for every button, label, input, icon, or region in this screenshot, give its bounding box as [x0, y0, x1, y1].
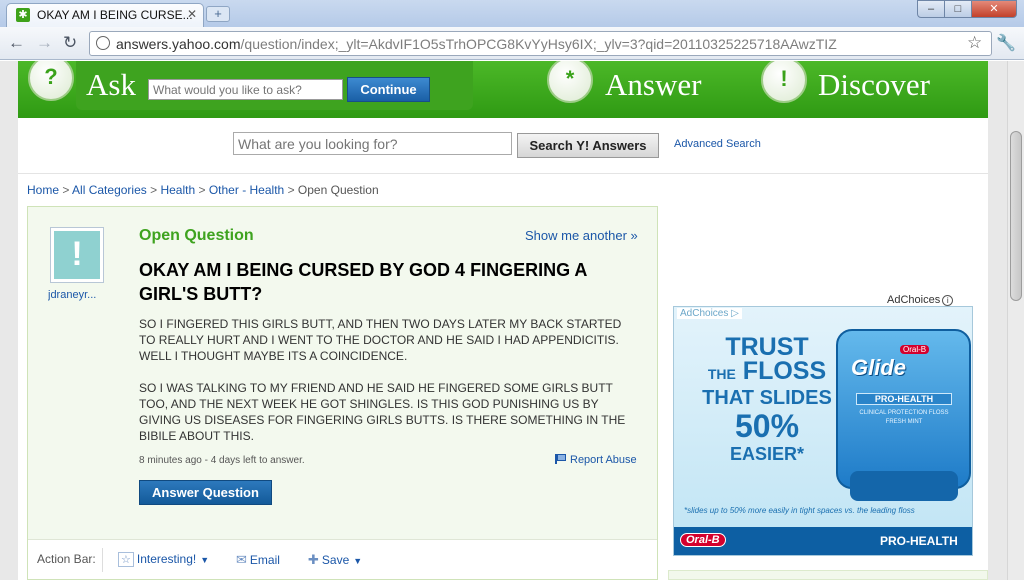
reload-icon[interactable]: ↻	[63, 33, 77, 53]
scrollbar-thumb[interactable]	[1010, 131, 1022, 301]
floss-product-image: Oral-B Glide PRO-HEALTH CLINICAL PROTECT…	[836, 329, 971, 501]
glide-logo: Glide	[851, 355, 907, 380]
new-tab-button[interactable]: +	[206, 6, 230, 22]
divider	[18, 173, 988, 174]
url-text[interactable]: answers.yahoo.com/question/index;_ylt=Ak…	[116, 36, 837, 52]
search-answers-button[interactable]: Search Y! Answers	[517, 133, 659, 158]
breadcrumb-current: Open Question	[297, 183, 379, 197]
question-paragraph: SO I WAS TALKING TO MY FRIEND AND HE SAI…	[139, 381, 626, 443]
continue-button[interactable]: Continue	[347, 77, 430, 102]
breadcrumb: Home > All Categories > Health > Other -…	[27, 183, 379, 197]
action-bar-label: Action Bar:	[37, 552, 96, 566]
page-info-icon[interactable]	[96, 36, 110, 50]
tab-close-icon[interactable]: ✕	[187, 7, 197, 21]
scrollbar[interactable]	[1007, 61, 1024, 580]
adchoices-badge[interactable]: AdChoices ▷	[677, 308, 742, 319]
chevron-down-icon[interactable]: ▼	[353, 556, 362, 566]
discover-link[interactable]: Discover	[818, 67, 930, 103]
ad-footnote: *slides up to 50% more easily in tight s…	[684, 506, 915, 515]
window-minimize-button[interactable]: –	[917, 0, 945, 18]
tab-title: OKAY AM I BEING CURSE...	[37, 8, 193, 22]
bookmark-star-icon[interactable]: ☆	[967, 33, 982, 53]
browser-tab[interactable]: ✱ OKAY AM I BEING CURSE... ✕	[6, 3, 204, 27]
asker-username[interactable]: jdraneyr...	[48, 289, 108, 301]
breadcrumb-home[interactable]: Home	[27, 183, 59, 197]
ad-headline: TRUST THE FLOSS THAT SLIDES 50% EASIER*	[702, 333, 832, 465]
question-meta: 8 minutes ago - 4 days left to answer.	[139, 455, 305, 466]
sidebar-module	[668, 570, 988, 580]
question-panel: ! jdraneyr... Open Question Show me anot…	[28, 207, 657, 539]
search-input[interactable]	[233, 132, 512, 155]
ask-smiley-icon: ?	[28, 61, 74, 101]
question-body: SO I FINGERED THIS GIRLS BUTT, AND THEN …	[139, 316, 639, 460]
oral-b-logo: Oral-B	[900, 345, 930, 354]
question-box: ! jdraneyr... Open Question Show me anot…	[27, 206, 658, 580]
advanced-search-link[interactable]: Advanced Search	[674, 138, 761, 150]
action-bar: Action Bar: ☆ Interesting! ▼ ✉ Email ✚ Save ▼	[28, 539, 657, 579]
window-maximize-button[interactable]: □	[944, 0, 972, 18]
ask-heading: Ask	[86, 67, 136, 102]
report-abuse-link[interactable]: Report Abuse	[555, 453, 637, 466]
plus-icon: ✚	[308, 552, 319, 567]
pro-health-label: PRO-HEALTH	[856, 393, 952, 405]
question-status: Open Question	[139, 227, 254, 244]
star-icon: ☆	[118, 552, 134, 567]
adchoices-link[interactable]: AdChoices i	[887, 294, 954, 306]
browser-toolbar: ← → ↻ answers.yahoo.com/question/index;_…	[0, 27, 1024, 60]
clinical-label: CLINICAL PROTECTION FLOSS FRESH MINT	[859, 410, 949, 425]
divider	[102, 548, 103, 572]
yahoo-answers-favicon-icon: ✱	[16, 8, 30, 22]
question-paragraph: SO I FINGERED THIS GIRLS BUTT, AND THEN …	[139, 317, 622, 363]
flag-icon	[555, 454, 566, 464]
yahoo-answers-banner: ? Ask Continue * Answer ! Discover	[18, 61, 988, 118]
discover-smiley-icon[interactable]: !	[761, 61, 807, 103]
breadcrumb-health[interactable]: Health	[160, 183, 195, 197]
forward-arrow-icon[interactable]: →	[36, 33, 53, 53]
answer-question-button[interactable]: Answer Question	[139, 480, 272, 505]
window-close-button[interactable]: ✕	[971, 0, 1017, 18]
breadcrumb-all-categories[interactable]: All Categories	[72, 183, 147, 197]
avatar[interactable]: !	[50, 227, 104, 283]
info-icon: i	[942, 295, 954, 306]
avatar-image: !	[54, 231, 100, 279]
ask-question-input[interactable]	[148, 79, 343, 100]
interesting-button[interactable]: ☆ Interesting! ▼	[118, 552, 209, 567]
show-another-link[interactable]: Show me another »	[525, 228, 638, 243]
product-cap	[850, 471, 958, 501]
address-bar[interactable]: answers.yahoo.com/question/index;_ylt=Ak…	[89, 31, 992, 56]
pro-health-label: PRO-HEALTH	[880, 534, 958, 548]
chevron-down-icon[interactable]: ▼	[200, 555, 209, 565]
answer-smiley-icon[interactable]: *	[547, 61, 593, 103]
email-button[interactable]: ✉ Email	[236, 552, 280, 568]
question-title: OKAY AM I BEING CURSED BY GOD 4 FINGERIN…	[139, 260, 587, 304]
save-button[interactable]: ✚ Save ▼	[308, 552, 362, 568]
wrench-icon[interactable]: 🔧	[996, 33, 1016, 53]
breadcrumb-other-health[interactable]: Other - Health	[209, 183, 284, 197]
answer-link[interactable]: Answer	[605, 67, 701, 103]
envelope-icon: ✉	[236, 552, 247, 567]
ad-footer-bar: Oral-B PRO-HEALTH	[674, 527, 972, 555]
back-arrow-icon[interactable]: ←	[8, 33, 25, 53]
oral-b-logo: Oral-B	[680, 533, 726, 547]
advertisement[interactable]: AdChoices ▷ TRUST THE FLOSS THAT SLIDES …	[673, 306, 973, 556]
tab-strip: ✱ OKAY AM I BEING CURSE... ✕ + – □ ✕	[0, 0, 1024, 27]
